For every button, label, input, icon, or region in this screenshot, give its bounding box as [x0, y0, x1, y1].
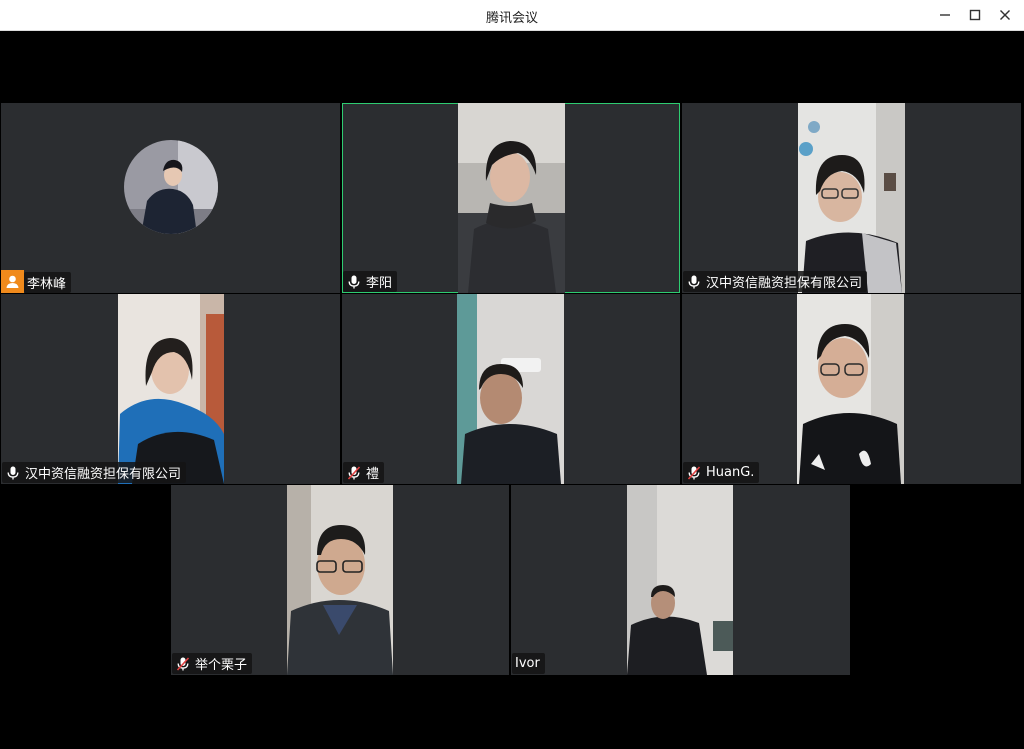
participant-video: [287, 485, 393, 675]
participant-name: 汉中资信融资担保有限公司: [25, 467, 182, 482]
minimize-button[interactable]: [932, 4, 958, 26]
participant-name-tag: 汉中资信融资担保有限公司: [2, 462, 187, 483]
participant-name: 汉中资信融资担保有限公司: [706, 276, 863, 291]
window-title: 腾讯会议: [485, 11, 538, 26]
maximize-icon: [969, 9, 981, 21]
microphone-icon: [346, 274, 362, 290]
participant-tile[interactable]: 李阳: [342, 103, 680, 293]
close-icon: [1000, 10, 1010, 20]
maximize-button[interactable]: [962, 4, 988, 26]
participant-name-tag: 李阳: [343, 271, 398, 292]
microphone-icon: [686, 274, 702, 290]
microphone-muted-icon: [175, 656, 191, 672]
participant-tile[interactable]: 汉中资信融资担保有限公司: [682, 103, 1021, 293]
participant-video: [798, 103, 905, 293]
participant-name-tag: 汉中资信融资担保有限公司: [683, 271, 868, 292]
participant-video: [627, 485, 733, 675]
participant-name: HuanG.: [706, 465, 755, 480]
window-titlebar: 腾讯会议: [0, 0, 1024, 31]
participant-video: [118, 294, 224, 484]
participant-name: Ivor: [515, 656, 540, 671]
participant-name: 禮: [366, 467, 380, 482]
participant-name: 李林峰: [27, 277, 67, 292]
participant-tile[interactable]: 禮: [342, 294, 680, 484]
close-button[interactable]: [992, 4, 1018, 26]
participant-video: [458, 103, 565, 293]
microphone-muted-icon: [686, 465, 702, 481]
minimize-icon: [940, 14, 950, 16]
participant-video: [797, 294, 904, 484]
participant-name: 李阳: [366, 276, 393, 291]
participant-name-tag: 李林峰: [24, 272, 72, 293]
participant-name-tag: HuanG.: [683, 462, 760, 483]
participant-name: 举个栗子: [195, 658, 248, 673]
participant-tile[interactable]: 汉中资信融资担保有限公司: [1, 294, 340, 484]
participant-name-tag: Ivor: [512, 653, 545, 674]
participant-name-tag: 禮: [343, 462, 385, 483]
participant-tile[interactable]: 举个栗子: [171, 485, 509, 675]
participant-tile[interactable]: Ivor: [511, 485, 850, 675]
microphone-icon: [5, 465, 21, 481]
microphone-muted-icon: [346, 465, 362, 481]
video-gallery: 李林峰 李阳 汉中资信融资担保有限公司 汉中资信融资担保有限公司 禮 HuanG…: [1, 31, 1021, 748]
participant-avatar: [124, 140, 218, 234]
participant-name-tag: 举个栗子: [172, 653, 253, 674]
participant-tile[interactable]: 李林峰: [1, 103, 340, 293]
participant-tile[interactable]: HuanG.: [682, 294, 1021, 484]
user-avatar-icon: [1, 270, 24, 293]
participant-video: [457, 294, 564, 484]
